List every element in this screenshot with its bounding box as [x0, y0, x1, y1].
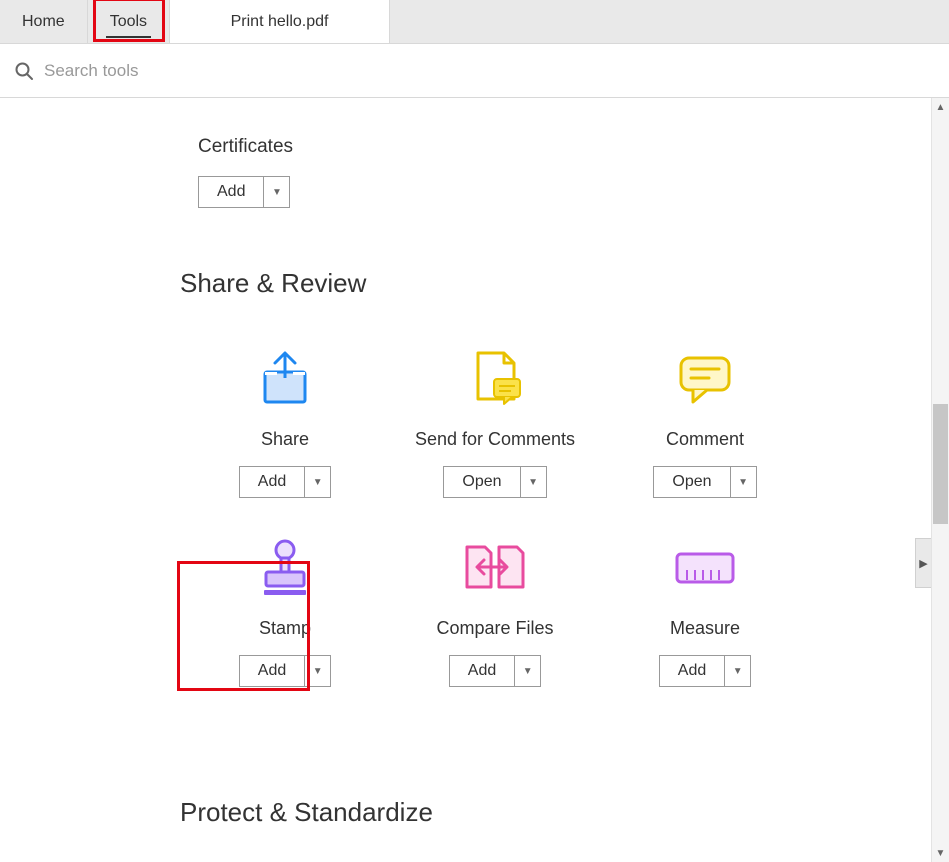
stamp-action-button[interactable]: Add ▼	[239, 655, 331, 687]
tool-compare-files[interactable]: Compare Files Add ▼	[390, 528, 600, 687]
share-review-grid: Share Add ▼ Se	[180, 339, 949, 717]
share-add-button[interactable]: Add	[240, 467, 304, 497]
tool-measure-label: Measure	[670, 618, 740, 639]
comment-icon	[675, 339, 735, 419]
tool-share[interactable]: Share Add ▼	[180, 339, 390, 498]
tool-measure[interactable]: Measure Add ▼	[600, 528, 810, 687]
search-bar	[0, 44, 949, 98]
tool-share-label: Share	[261, 429, 309, 450]
scroll-down-arrow-icon[interactable]: ▼	[932, 844, 949, 862]
certificates-action-button[interactable]: Add ▼	[198, 176, 290, 208]
compare-files-dropdown-icon[interactable]: ▼	[514, 656, 540, 686]
share-dropdown-icon[interactable]: ▼	[304, 467, 330, 497]
send-for-comments-action-button[interactable]: Open ▼	[443, 466, 546, 498]
tool-comment[interactable]: Comment Open ▼	[600, 339, 810, 498]
share-action-button[interactable]: Add ▼	[239, 466, 331, 498]
send-for-comments-icon	[464, 339, 526, 419]
measure-add-button[interactable]: Add	[660, 656, 724, 686]
tool-send-for-comments-label: Send for Comments	[415, 429, 575, 450]
section-title-protect-standardize: Protect & Standardize	[180, 797, 949, 828]
measure-dropdown-icon[interactable]: ▼	[724, 656, 750, 686]
side-panel-expand-handle[interactable]: ▶	[915, 538, 931, 588]
scrollbar-thumb[interactable]	[933, 404, 948, 524]
tool-certificates-label: Certificates	[198, 136, 293, 158]
send-for-comments-dropdown-icon[interactable]: ▼	[520, 467, 546, 497]
scroll-up-arrow-icon[interactable]: ▲	[932, 98, 949, 116]
tool-stamp-label: Stamp	[259, 618, 311, 639]
tab-tools[interactable]: Tools	[88, 0, 170, 43]
stamp-add-button[interactable]: Add	[240, 656, 304, 686]
tool-certificates: Certificates Add ▼	[180, 128, 949, 208]
compare-files-add-button[interactable]: Add	[450, 656, 514, 686]
search-input[interactable]	[44, 61, 935, 81]
tab-document[interactable]: Print hello.pdf	[170, 0, 390, 43]
measure-icon	[673, 528, 737, 608]
vertical-scrollbar[interactable]: ▲ ▼	[931, 98, 949, 862]
stamp-dropdown-icon[interactable]: ▼	[304, 656, 330, 686]
search-icon	[14, 61, 34, 81]
tool-compare-files-label: Compare Files	[436, 618, 553, 639]
certificates-dropdown-icon[interactable]: ▼	[263, 177, 289, 207]
tool-send-for-comments[interactable]: Send for Comments Open ▼	[390, 339, 600, 498]
tab-home[interactable]: Home	[0, 0, 88, 43]
tool-stamp[interactable]: Stamp Add ▼	[180, 528, 390, 687]
tools-content: Certificates Add ▼ Share & Review	[0, 98, 949, 828]
comment-dropdown-icon[interactable]: ▼	[730, 467, 756, 497]
stamp-icon	[256, 528, 314, 608]
comment-action-button[interactable]: Open ▼	[653, 466, 756, 498]
comment-open-button[interactable]: Open	[654, 467, 729, 497]
measure-action-button[interactable]: Add ▼	[659, 655, 751, 687]
tools-scroll-area: Certificates Add ▼ Share & Review	[0, 98, 949, 862]
tool-comment-label: Comment	[666, 429, 744, 450]
section-title-share-review: Share & Review	[180, 268, 949, 299]
compare-files-icon	[462, 528, 528, 608]
tab-bar: Home Tools Print hello.pdf	[0, 0, 949, 44]
certificates-add-button[interactable]: Add	[199, 177, 263, 207]
send-for-comments-open-button[interactable]: Open	[444, 467, 519, 497]
share-icon	[255, 339, 315, 419]
compare-files-action-button[interactable]: Add ▼	[449, 655, 541, 687]
